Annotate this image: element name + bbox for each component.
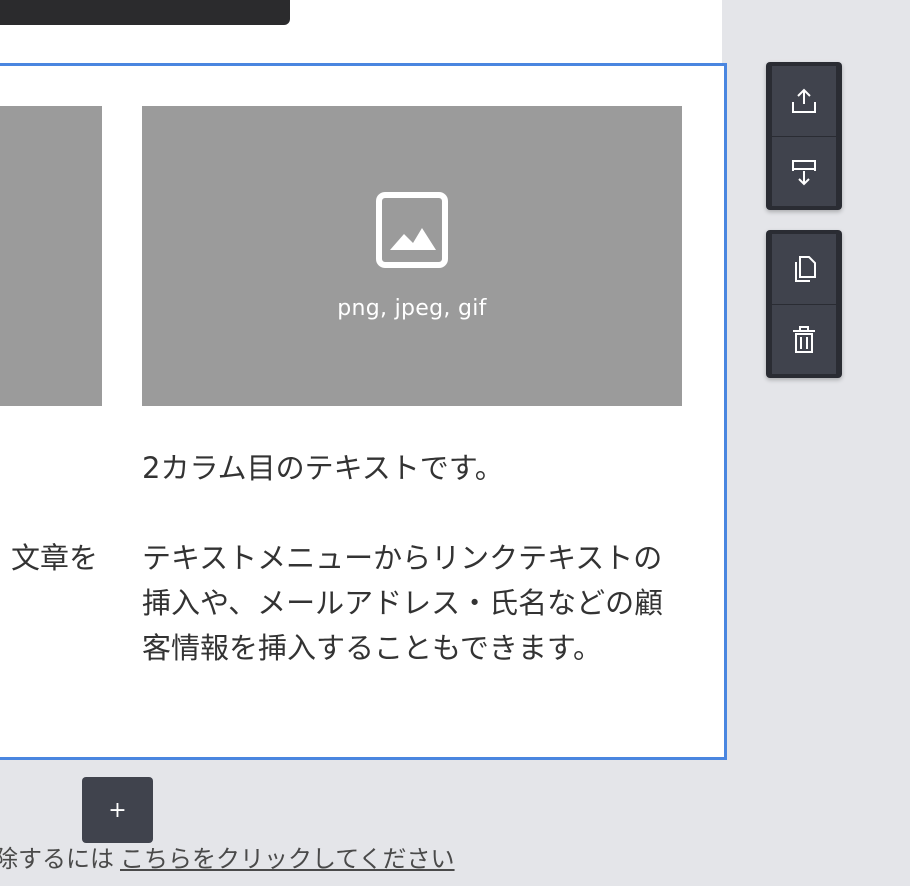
edit-toolbar: [766, 230, 842, 378]
move-toolbar: [766, 62, 842, 210]
column1-image-placeholder[interactable]: [0, 106, 102, 406]
image-icon: [376, 192, 448, 268]
image-format-caption: png, jpeg, gif: [337, 296, 487, 321]
footer-prefix: 除するには: [0, 845, 114, 873]
move-down-button[interactable]: [772, 136, 836, 206]
column1-text[interactable]: 文章を: [11, 536, 98, 581]
column2-text-heading[interactable]: 2カラム目のテキストです。: [142, 446, 702, 491]
move-up-icon: [792, 88, 816, 113]
delete-button[interactable]: [772, 304, 836, 374]
column1-text-clip: 文章を: [0, 536, 98, 582]
duplicate-button[interactable]: [772, 234, 836, 304]
copy-icon: [795, 256, 816, 282]
add-block-button[interactable]: +: [82, 777, 153, 843]
trash-icon: [793, 325, 815, 353]
unsubscribe-link[interactable]: こちらをクリックしてください: [120, 845, 455, 873]
move-up-button[interactable]: [772, 66, 836, 136]
move-down-icon: [792, 159, 816, 185]
column2-text-body[interactable]: テキストメニューからリンクテキストの挿入や、メールアドレス・氏名などの顧客情報を…: [142, 536, 687, 671]
footer-unsubscribe: 除するには こちらをクリックしてください: [0, 842, 455, 876]
previous-block-bar[interactable]: [0, 0, 290, 25]
